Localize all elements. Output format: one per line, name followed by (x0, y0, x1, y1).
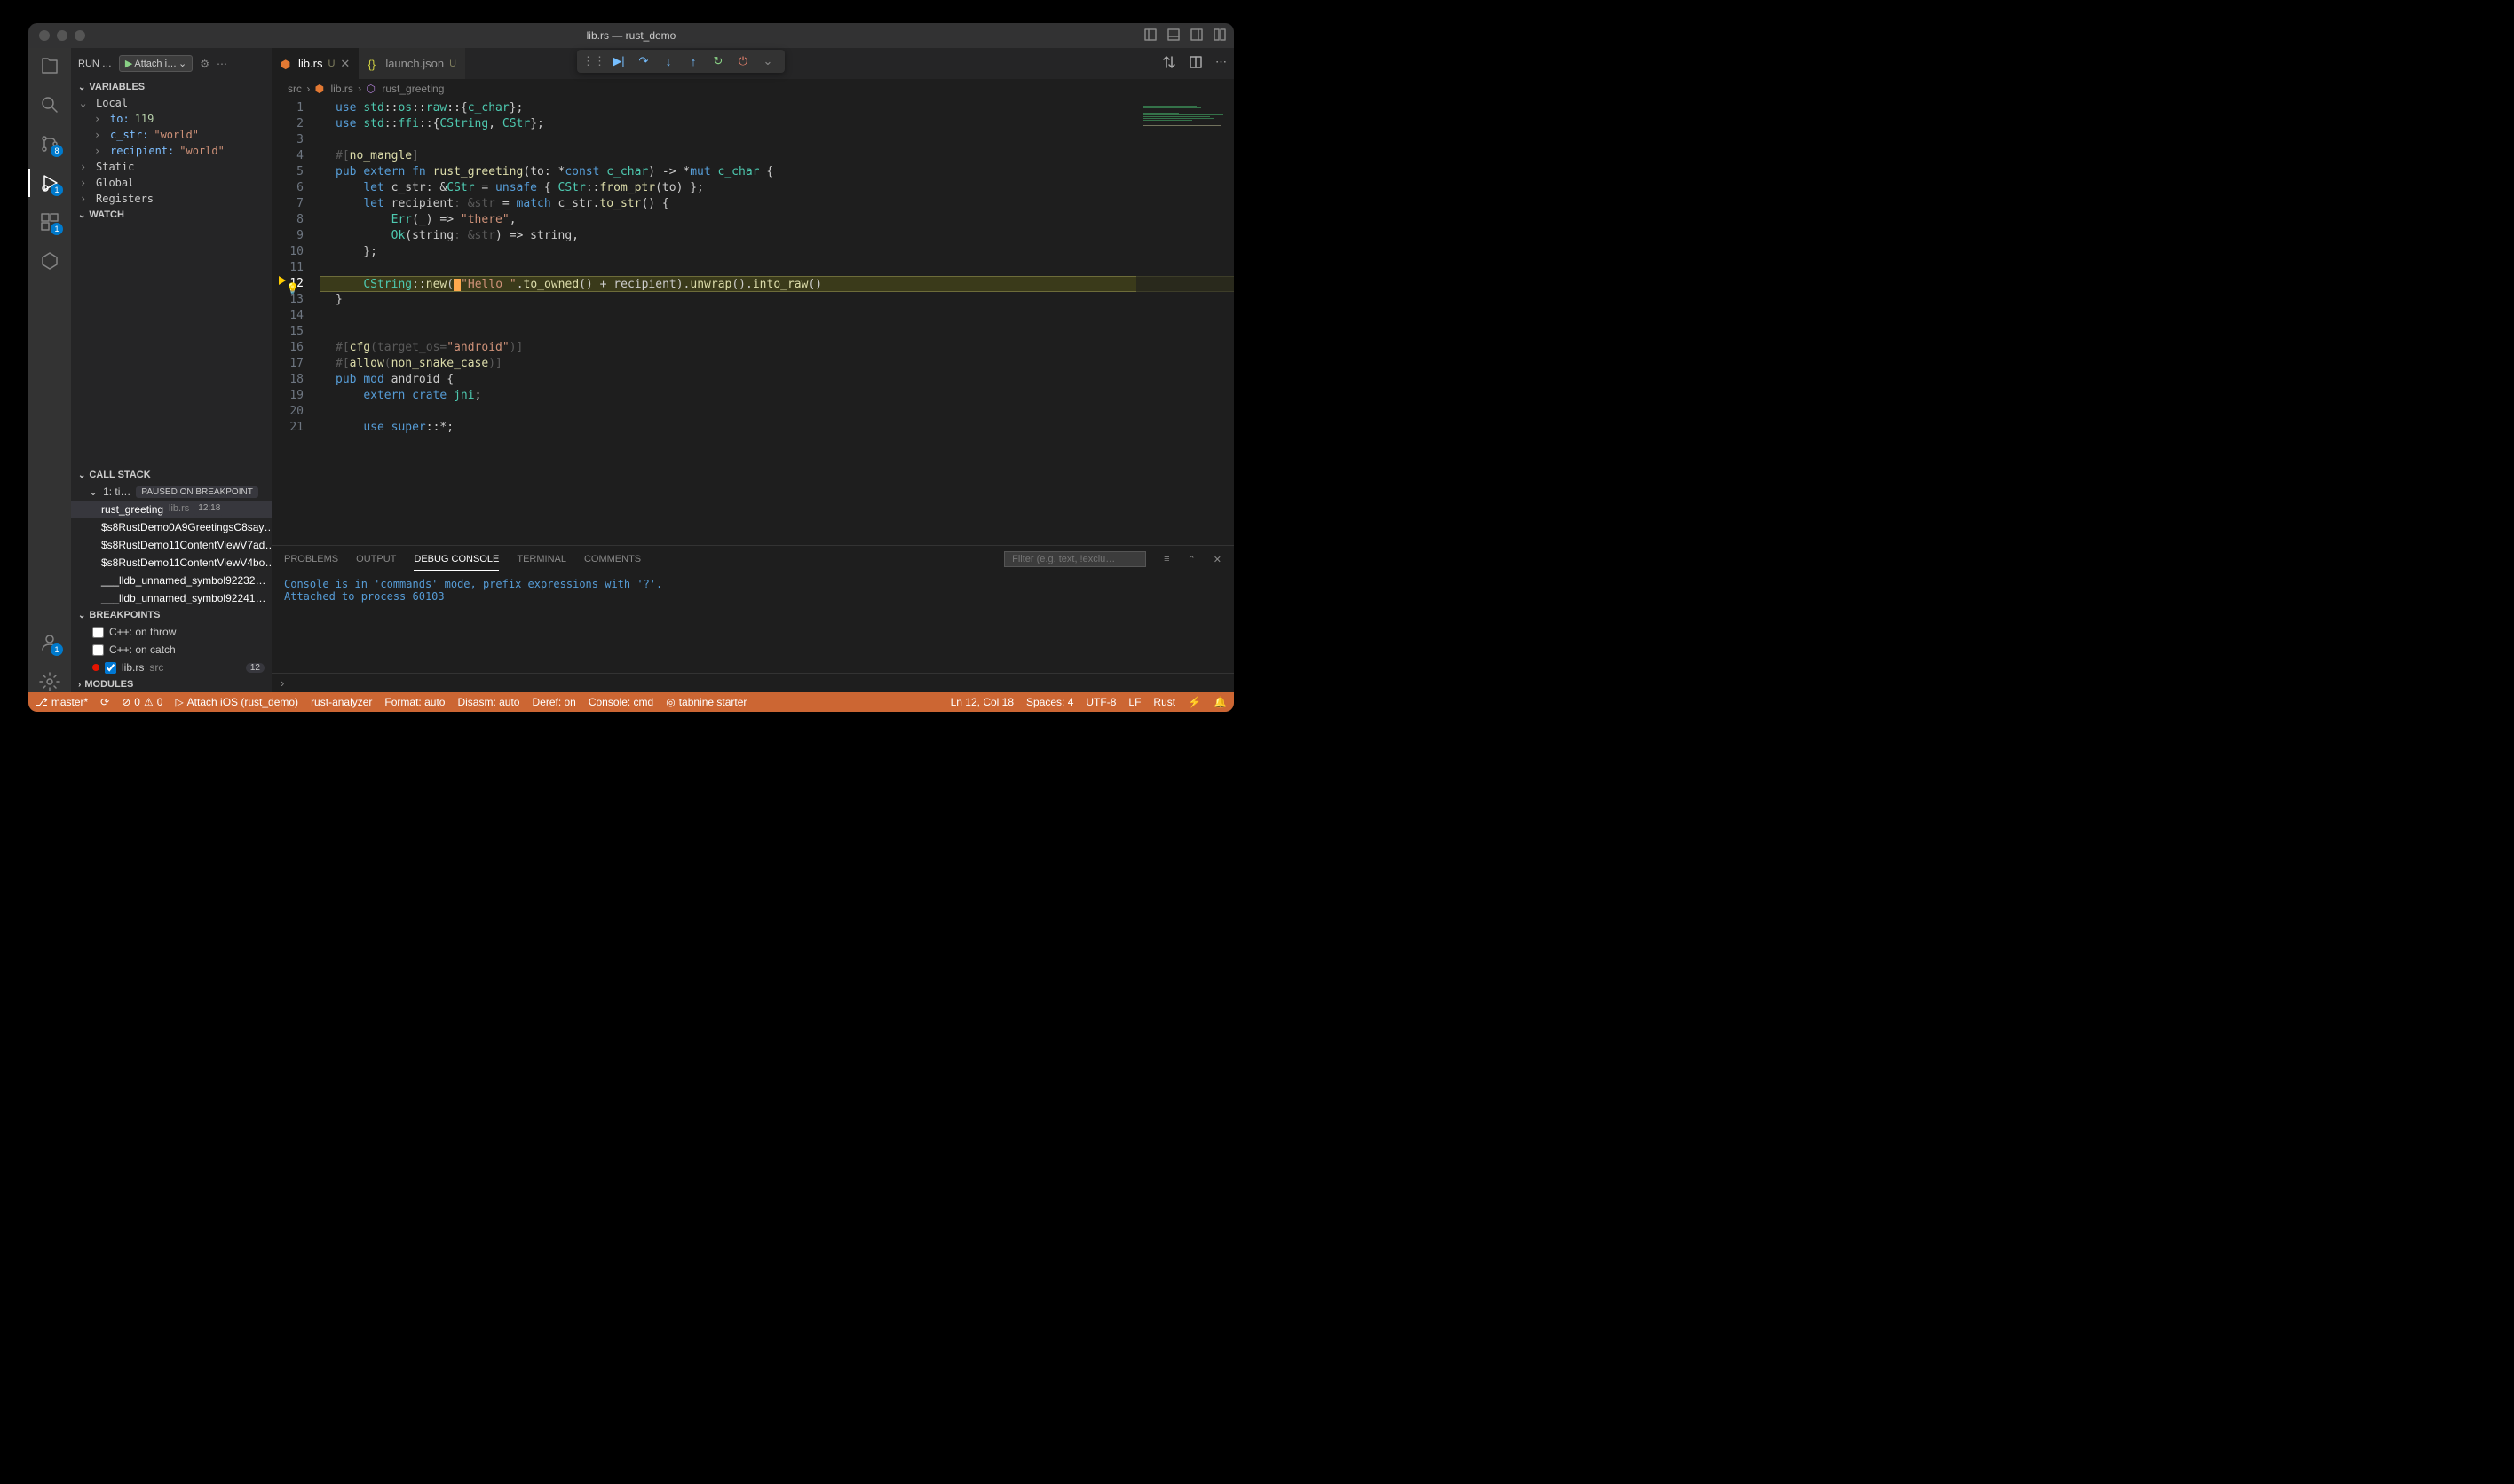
toolbar-more-icon[interactable]: ⌄ (760, 53, 776, 69)
format-status[interactable]: Format: auto (384, 696, 445, 708)
tab-lib-rs[interactable]: ⬢lib.rs U ✕ (272, 48, 359, 79)
bottom-panel: PROBLEMS OUTPUT DEBUG CONSOLE TERMINAL COMME… (272, 545, 1234, 692)
breakpoint-row[interactable]: lib.rssrc12 (71, 659, 272, 676)
stack-frame[interactable]: rust_greetinglib.rs12:18 (71, 501, 272, 518)
layout-panel-icon[interactable] (1166, 28, 1181, 44)
debug-toolbar: ⋮⋮ ▶| ↷ ↓ ↑ ↻ ⏻ ⌄ (577, 50, 785, 73)
window-title: lib.rs — rust_demo (28, 29, 1234, 42)
deref-status[interactable]: Deref: on (532, 696, 575, 708)
breakpoint-dot-icon (92, 664, 99, 671)
split-editor-icon[interactable] (1189, 55, 1203, 72)
disconnect-button[interactable]: ⏻ (735, 53, 751, 69)
layout-secondary-icon[interactable] (1190, 28, 1204, 44)
collapse-icon[interactable]: ⌃ (1188, 554, 1196, 565)
hex-icon[interactable] (39, 250, 60, 272)
account-icon[interactable]: 1 (39, 632, 60, 653)
section-callstack[interactable]: ⌄CALL STACK (71, 467, 272, 483)
more-icon[interactable]: ⋯ (217, 58, 227, 70)
debug-console-output: Console is in 'commands' mode, prefix ex… (272, 572, 1234, 673)
language-status[interactable]: Rust (1153, 696, 1175, 708)
drag-handle-icon[interactable]: ⋮⋮ (586, 53, 602, 69)
breakpoint-checkbox[interactable] (92, 627, 104, 638)
settings-icon[interactable]: ≡ (1164, 554, 1169, 564)
panel-input[interactable]: › (272, 673, 1234, 692)
step-out-button[interactable]: ↑ (685, 53, 701, 69)
scope-global[interactable]: Global (96, 177, 134, 189)
compare-changes-icon[interactable] (1162, 55, 1176, 72)
close-tab-icon[interactable]: ✕ (340, 57, 350, 71)
extensions-icon[interactable]: 1 (39, 211, 60, 233)
editor-area: ⬢lib.rs U ✕{}launch.json U ⋯ src › ⬢ lib… (272, 48, 1234, 692)
encoding-status[interactable]: UTF-8 (1086, 696, 1116, 708)
minimap[interactable] (1136, 99, 1234, 545)
settings-icon[interactable] (39, 671, 60, 692)
breakpoint-checkbox[interactable] (92, 644, 104, 656)
tab-launch-json[interactable]: {}launch.json U (359, 48, 465, 79)
scope-static[interactable]: Static (96, 161, 134, 173)
panel-tab-comments[interactable]: COMMENTS (584, 549, 641, 570)
breakpoint-checkbox[interactable] (105, 662, 116, 674)
breakpoint-row[interactable]: C++: on throw (71, 623, 272, 641)
code-editor[interactable]: 123456789101112131415161718192021 use st… (272, 99, 1234, 545)
step-into-button[interactable]: ↓ (660, 53, 676, 69)
stack-frame[interactable]: $s8RustDemo11ContentViewV7ad… (71, 536, 272, 554)
activitybar: 8 1 1 1 (28, 48, 71, 692)
titlebar: lib.rs — rust_demo (28, 23, 1234, 48)
tabnine-status[interactable]: ◎ tabnine starter (666, 696, 747, 708)
search-icon[interactable] (39, 94, 60, 115)
step-over-button[interactable]: ↷ (636, 53, 652, 69)
sync-status[interactable]: ⟳ (100, 696, 109, 708)
layout-primary-icon[interactable] (1143, 28, 1158, 44)
eol-status[interactable]: LF (1128, 696, 1141, 708)
panel-tab-debug-console[interactable]: DEBUG CONSOLE (414, 549, 499, 571)
debug-status[interactable]: ▷ Attach iOS (rust_demo) (175, 696, 298, 708)
statusbar: ⎇ master* ⟳ ⊘ 0 ⚠ 0 ▷ Attach iOS (rust_d… (28, 692, 1234, 712)
problems-status[interactable]: ⊘ 0 ⚠ 0 (122, 696, 162, 708)
stack-frame[interactable]: $s8RustDemo0A9GreetingsC8say… (71, 518, 272, 536)
scope-registers[interactable]: Registers (96, 193, 154, 205)
more-actions-icon[interactable]: ⋯ (1215, 55, 1227, 72)
play-icon: ▶ (125, 58, 132, 69)
restart-button[interactable]: ↻ (710, 53, 726, 69)
launch-config-select[interactable]: ▶ Attach i… ⌄ (119, 55, 193, 72)
branch-status[interactable]: ⎇ master* (36, 696, 88, 708)
section-watch[interactable]: ⌄WATCH (71, 207, 272, 223)
stack-frame[interactable]: $s8RustDemo11ContentViewV4bo… (71, 554, 272, 572)
paused-badge: PAUSED ON BREAKPOINT (136, 486, 257, 498)
scope-local[interactable]: Local (96, 97, 128, 109)
indentation-status[interactable]: Spaces: 4 (1026, 696, 1073, 708)
disasm-status[interactable]: Disasm: auto (457, 696, 519, 708)
layout-customize-icon[interactable] (1213, 28, 1227, 44)
file-icon: ⬢ (281, 58, 293, 70)
close-panel-icon[interactable]: ✕ (1214, 554, 1221, 565)
stack-frame[interactable]: ___lldb_unnamed_symbol92232… (71, 572, 272, 589)
feedback-icon[interactable]: ⚡ (1188, 696, 1201, 708)
file-icon: {} (368, 58, 380, 70)
filter-input[interactable] (1004, 551, 1146, 567)
gear-icon[interactable]: ⚙ (200, 58, 210, 70)
chevron-down-icon: ⌄ (178, 58, 186, 69)
breadcrumb[interactable]: src › ⬢ lib.rs › ⬡ rust_greeting (272, 79, 1234, 99)
debug-sidebar: RUN … ▶ Attach i… ⌄ ⚙ ⋯ ⌄VARIABLES ⌄ Loca… (71, 48, 272, 692)
section-variables[interactable]: ⌄VARIABLES (71, 79, 272, 95)
stack-frame[interactable]: ___lldb_unnamed_symbol92241… (71, 589, 272, 607)
console-status[interactable]: Console: cmd (589, 696, 653, 708)
cursor-position[interactable]: Ln 12, Col 18 (951, 696, 1014, 708)
panel-tab-problems[interactable]: PROBLEMS (284, 549, 338, 570)
run-debug-icon[interactable]: 1 (39, 172, 60, 193)
thread-row[interactable]: ⌄1: ti… PAUSED ON BREAKPOINT (71, 483, 272, 501)
panel-tab-output[interactable]: OUTPUT (356, 549, 396, 570)
breakpoint-row[interactable]: C++: on catch (71, 641, 272, 659)
continue-button[interactable]: ▶| (611, 53, 627, 69)
section-modules[interactable]: ›MODULES (71, 676, 272, 692)
sidebar-title: RUN … (78, 59, 112, 69)
explorer-icon[interactable] (39, 55, 60, 76)
bell-icon[interactable]: 🔔 (1214, 696, 1227, 708)
section-breakpoints[interactable]: ⌄BREAKPOINTS (71, 607, 272, 623)
panel-tab-terminal[interactable]: TERMINAL (517, 549, 566, 570)
rust-analyzer-status[interactable]: rust-analyzer (311, 696, 372, 708)
source-control-icon[interactable]: 8 (39, 133, 60, 154)
